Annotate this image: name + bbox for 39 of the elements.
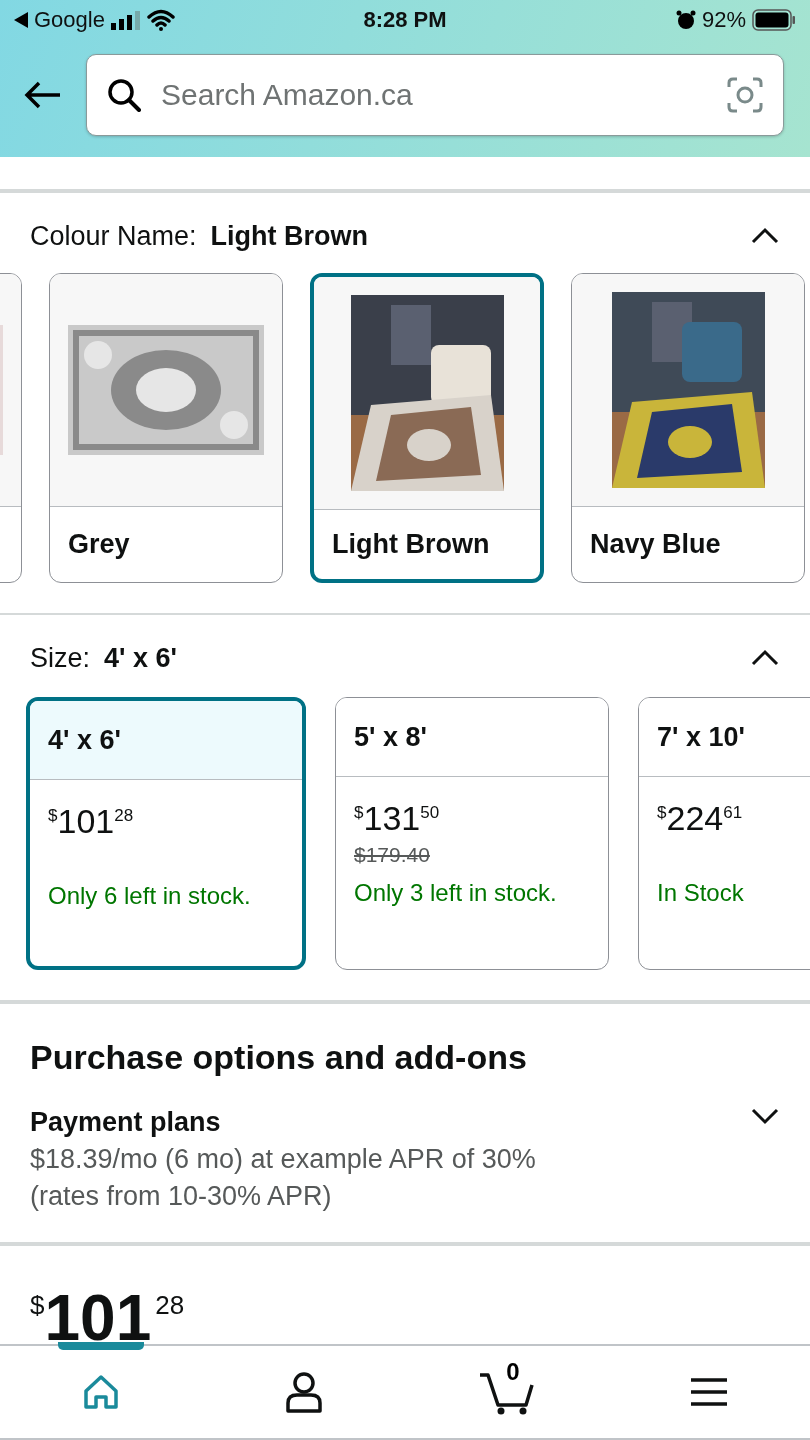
person-icon bbox=[284, 1371, 323, 1413]
colour-value: Light Brown bbox=[210, 220, 369, 252]
cart-count: 0 bbox=[506, 1358, 520, 1386]
wifi-icon bbox=[146, 9, 175, 31]
back-app-label[interactable]: Google bbox=[34, 7, 105, 33]
home-icon bbox=[82, 1373, 121, 1411]
stock-status: Only 3 left in stock. bbox=[354, 879, 557, 907]
size-option-title: 7' x 10' bbox=[639, 698, 810, 777]
collapse-icon[interactable] bbox=[750, 649, 780, 667]
colour-swatch[interactable]: Navy Blue bbox=[571, 273, 805, 583]
payment-rates-text: (rates from 10-30% APR) bbox=[30, 1181, 332, 1212]
collapse-icon[interactable] bbox=[750, 227, 780, 245]
alarm-icon bbox=[675, 10, 696, 30]
battery-icon bbox=[752, 9, 796, 31]
stock-status: In Stock bbox=[657, 879, 744, 907]
colour-label: Colour Name: bbox=[30, 220, 197, 252]
back-icon[interactable] bbox=[14, 12, 28, 28]
payment-plans-title: Payment plans bbox=[30, 1107, 221, 1138]
colour-swatch[interactable]: Grey bbox=[49, 273, 283, 583]
payment-plan-text: $18.39/mo (6 mo) at example APR of 30% bbox=[30, 1144, 536, 1175]
search-bar[interactable]: Search Amazon.ca bbox=[86, 54, 784, 136]
battery-percent: 92% bbox=[701, 7, 746, 33]
signal-icon bbox=[110, 10, 141, 30]
colour-swatch[interactable]: Light Brown bbox=[310, 273, 544, 583]
search-icon bbox=[107, 78, 141, 112]
section-title: Purchase options and add-ons bbox=[30, 1038, 527, 1077]
menu-icon bbox=[689, 1377, 728, 1407]
size-option-title: 4' x 6' bbox=[30, 701, 302, 780]
back-arrow-icon[interactable] bbox=[24, 80, 62, 110]
camera-scan-icon[interactable] bbox=[727, 77, 763, 113]
size-label: Size: bbox=[30, 642, 91, 674]
clock-time: 8:28 PM bbox=[363, 7, 447, 33]
cart-nav-button[interactable]: 0 bbox=[405, 1346, 608, 1438]
size-value: 4' x 6' bbox=[104, 642, 177, 674]
expand-icon[interactable] bbox=[750, 1107, 780, 1125]
search-field[interactable]: Search Amazon.ca bbox=[159, 77, 709, 113]
size-option-title: 5' x 8' bbox=[336, 698, 608, 777]
list-price: $179.40 bbox=[354, 843, 430, 868]
stock-status: Only 6 left in stock. bbox=[48, 882, 251, 910]
